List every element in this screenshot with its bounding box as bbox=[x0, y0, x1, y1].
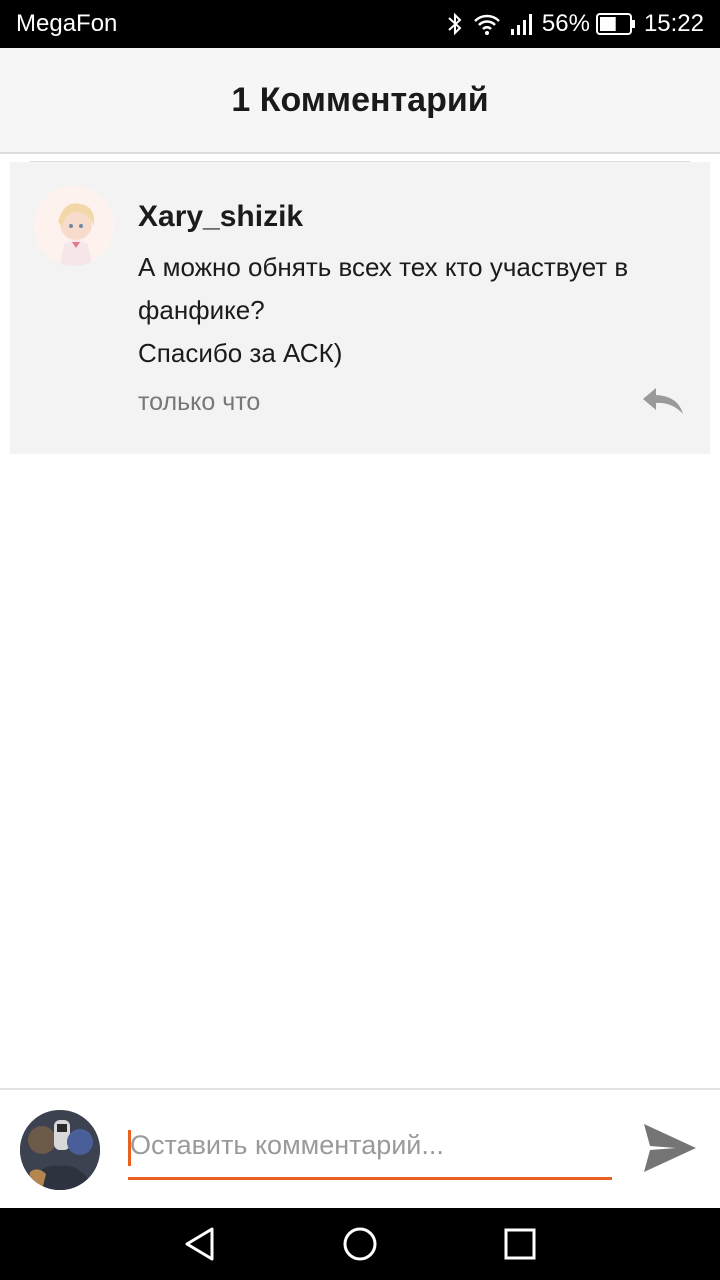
signal-icon bbox=[510, 14, 532, 35]
bluetooth-icon bbox=[448, 12, 462, 36]
comments-header: 1 Комментарий bbox=[0, 48, 720, 154]
recent-apps-icon[interactable] bbox=[502, 1226, 538, 1262]
comment-timestamp: только что bbox=[138, 388, 261, 416]
user-avatar[interactable] bbox=[20, 1110, 100, 1190]
navigation-bar bbox=[0, 1208, 720, 1280]
reply-button[interactable] bbox=[640, 384, 686, 418]
comment-compose-bar bbox=[0, 1088, 720, 1210]
send-button[interactable] bbox=[640, 1120, 698, 1176]
clock: 15:22 bbox=[643, 10, 704, 37]
commenter-avatar[interactable] bbox=[34, 186, 114, 266]
battery-percent: 56% bbox=[541, 10, 590, 37]
home-icon[interactable] bbox=[342, 1226, 378, 1262]
status-icons: 56% 15:22 bbox=[446, 10, 704, 38]
battery-icon bbox=[595, 13, 635, 35]
comment-line: Спасибо за АСК) bbox=[138, 338, 343, 368]
status-bar: MegaFon 56% 15:22 bbox=[0, 0, 720, 48]
reply-icon bbox=[643, 388, 683, 414]
comment-line: фанфике? bbox=[138, 295, 265, 325]
carrier-name: MegaFon bbox=[16, 10, 118, 37]
comment-body: А можно обнять всех тех кто участвует в … bbox=[138, 246, 698, 375]
back-icon[interactable] bbox=[182, 1226, 218, 1262]
comment-input[interactable] bbox=[128, 1120, 612, 1180]
send-icon bbox=[644, 1124, 696, 1172]
text-cursor bbox=[128, 1130, 131, 1166]
comment-line: А можно обнять всех тех кто участвует в bbox=[138, 252, 629, 282]
wifi-icon bbox=[474, 14, 500, 35]
comment-item: Xary_shizik А можно обнять всех тех кто … bbox=[10, 162, 710, 454]
battery-indicator: 56% bbox=[542, 10, 636, 38]
page-title: 1 Комментарий bbox=[231, 80, 489, 119]
comment-author[interactable]: Xary_shizik bbox=[138, 200, 303, 234]
